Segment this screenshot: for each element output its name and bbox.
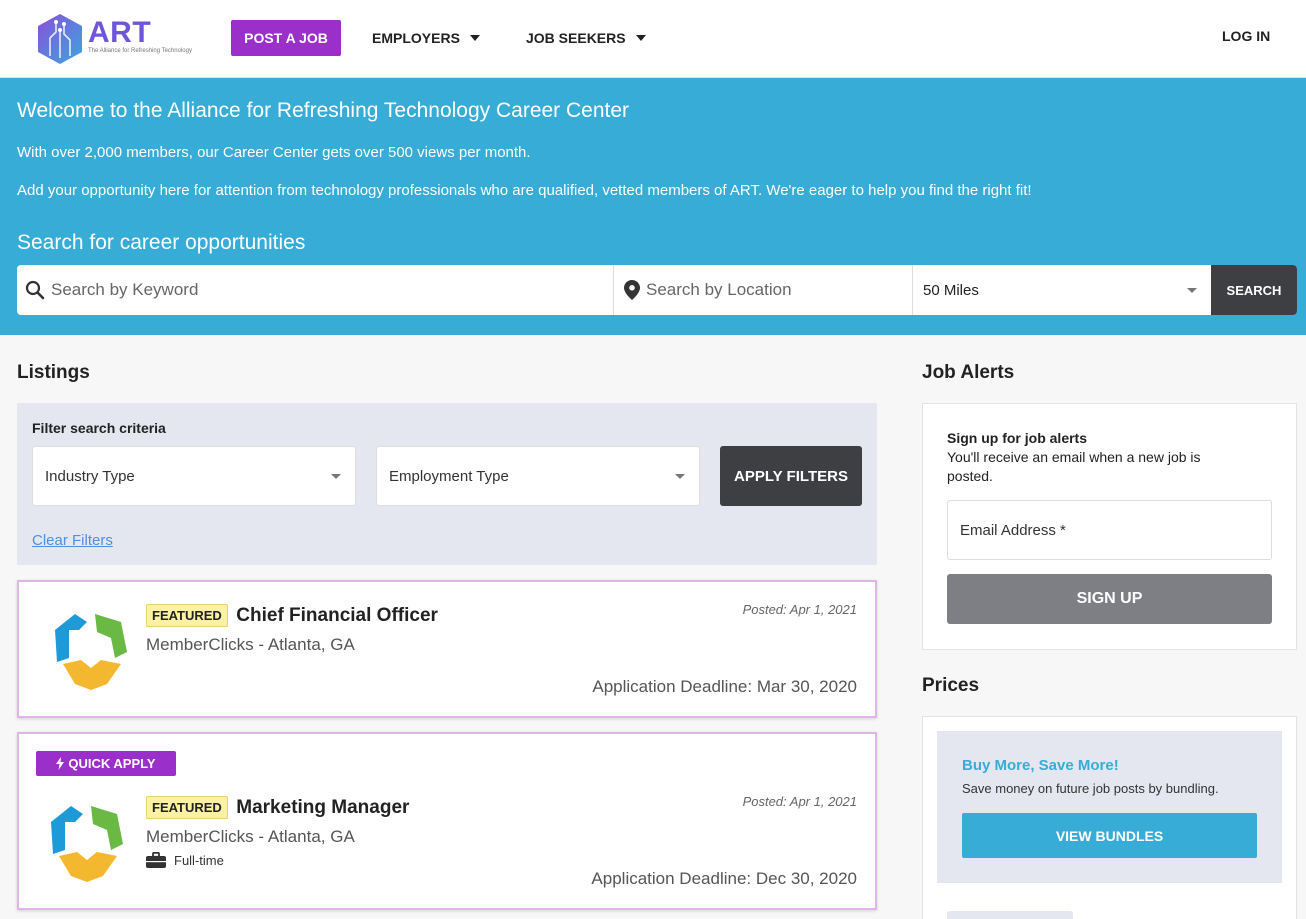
job-alerts-description: You'll receive an email when a new job i… [947, 448, 1247, 486]
post-a-job-button[interactable]: POST A JOB [231, 20, 341, 56]
job-alerts-panel: Sign up for job alerts You'll receive an… [922, 403, 1297, 650]
email-field[interactable] [947, 500, 1272, 560]
chevron-down-icon [675, 474, 685, 479]
bundle-title: Buy More, Save More! [962, 757, 1119, 774]
location-pin-icon [624, 280, 640, 300]
view-bundles-button[interactable]: VIEW BUNDLES [962, 813, 1257, 858]
site-header: ART The Alliance for Refreshing Technolo… [0, 0, 1306, 78]
featured-badge: FEATURED [146, 796, 228, 819]
filter-title: Filter search criteria [32, 420, 166, 436]
nav-employers[interactable]: EMPLOYERS [372, 30, 480, 46]
price-item-peek [947, 911, 1073, 919]
job-search-bar: 50 Miles SEARCH [17, 265, 1297, 315]
search-icon [25, 280, 45, 300]
prices-heading: Prices [922, 675, 979, 697]
job-title-link[interactable]: Marketing Manager [236, 797, 409, 818]
art-logo[interactable]: ART The Alliance for Refreshing Technolo… [36, 12, 196, 66]
search-button[interactable]: SEARCH [1211, 265, 1297, 315]
login-link[interactable]: LOG IN [1222, 28, 1270, 44]
location-search-input[interactable] [646, 280, 905, 300]
chevron-down-icon [331, 474, 341, 479]
hero-banner: Welcome to the Alliance for Refreshing T… [0, 78, 1306, 335]
job-title-row: FEATURED Chief Financial Officer [146, 604, 438, 627]
memberclicks-logo-icon [41, 796, 133, 888]
job-company-location: MemberClicks - Atlanta, GA [146, 635, 355, 655]
filter-panel: Filter search criteria Industry Type Emp… [17, 403, 877, 565]
briefcase-icon [146, 852, 166, 868]
job-company-location: MemberClicks - Atlanta, GA [146, 827, 355, 847]
job-title-link[interactable]: Chief Financial Officer [236, 605, 438, 626]
hero-title: Welcome to the Alliance for Refreshing T… [17, 99, 629, 123]
job-card[interactable]: FEATURED Chief Financial Officer MemberC… [17, 580, 877, 718]
employment-type-label: Full-time [174, 853, 224, 868]
radius-select[interactable]: 50 Miles [913, 265, 1211, 315]
nav-job-seekers-label: JOB SEEKERS [526, 30, 626, 46]
job-alerts-heading: Job Alerts [922, 362, 1014, 384]
logo-tagline: The Alliance for Refreshing Technology [88, 48, 192, 54]
industry-type-label: Industry Type [45, 468, 135, 485]
nav-job-seekers[interactable]: JOB SEEKERS [526, 30, 646, 46]
hero-paragraph-opportunity: Add your opportunity here for attention … [17, 182, 1032, 199]
keyword-search-group [17, 265, 614, 315]
search-heading: Search for career opportunities [17, 231, 305, 255]
radius-value: 50 Miles [923, 282, 979, 299]
apply-filters-button[interactable]: APPLY FILTERS [720, 446, 862, 506]
employment-type: Full-time [146, 852, 224, 868]
hexagon-circuit-icon [36, 12, 84, 66]
quick-apply-label: QUICK APPLY [68, 756, 155, 771]
bundle-description: Save money on future job posts by bundli… [962, 781, 1219, 796]
listings-heading: Listings [17, 362, 90, 384]
employment-type-label: Employment Type [389, 468, 509, 485]
chevron-down-icon [470, 35, 480, 41]
employment-type-select[interactable]: Employment Type [376, 446, 700, 506]
keyword-search-input[interactable] [51, 280, 580, 300]
industry-type-select[interactable]: Industry Type [32, 446, 356, 506]
nav-employers-label: EMPLOYERS [372, 30, 460, 46]
logo-text: ART [88, 16, 151, 50]
sign-up-button[interactable]: SIGN UP [947, 574, 1272, 624]
job-deadline: Application Deadline: Dec 30, 2020 [591, 869, 857, 889]
hero-paragraph-members: With over 2,000 members, our Career Cent… [17, 144, 531, 161]
featured-badge: FEATURED [146, 604, 228, 627]
job-deadline: Application Deadline: Mar 30, 2020 [592, 677, 857, 697]
chevron-down-icon [636, 35, 646, 41]
chevron-down-icon [1187, 288, 1197, 293]
clear-filters-link[interactable]: Clear Filters [32, 532, 113, 549]
prices-panel: Buy More, Save More! Save money on futur… [922, 716, 1297, 919]
lightning-icon [56, 757, 64, 770]
memberclicks-logo-icon [45, 604, 137, 696]
job-posted-date: Posted: Apr 1, 2021 [743, 794, 857, 809]
job-card[interactable]: QUICK APPLY FEATURED Marketing Manager M… [17, 732, 877, 910]
bundle-promo: Buy More, Save More! Save money on futur… [937, 731, 1282, 883]
job-posted-date: Posted: Apr 1, 2021 [743, 602, 857, 617]
job-title-row: FEATURED Marketing Manager [146, 796, 409, 819]
job-alerts-title: Sign up for job alerts [947, 430, 1087, 446]
quick-apply-badge[interactable]: QUICK APPLY [36, 751, 176, 776]
location-search-group [614, 265, 913, 315]
